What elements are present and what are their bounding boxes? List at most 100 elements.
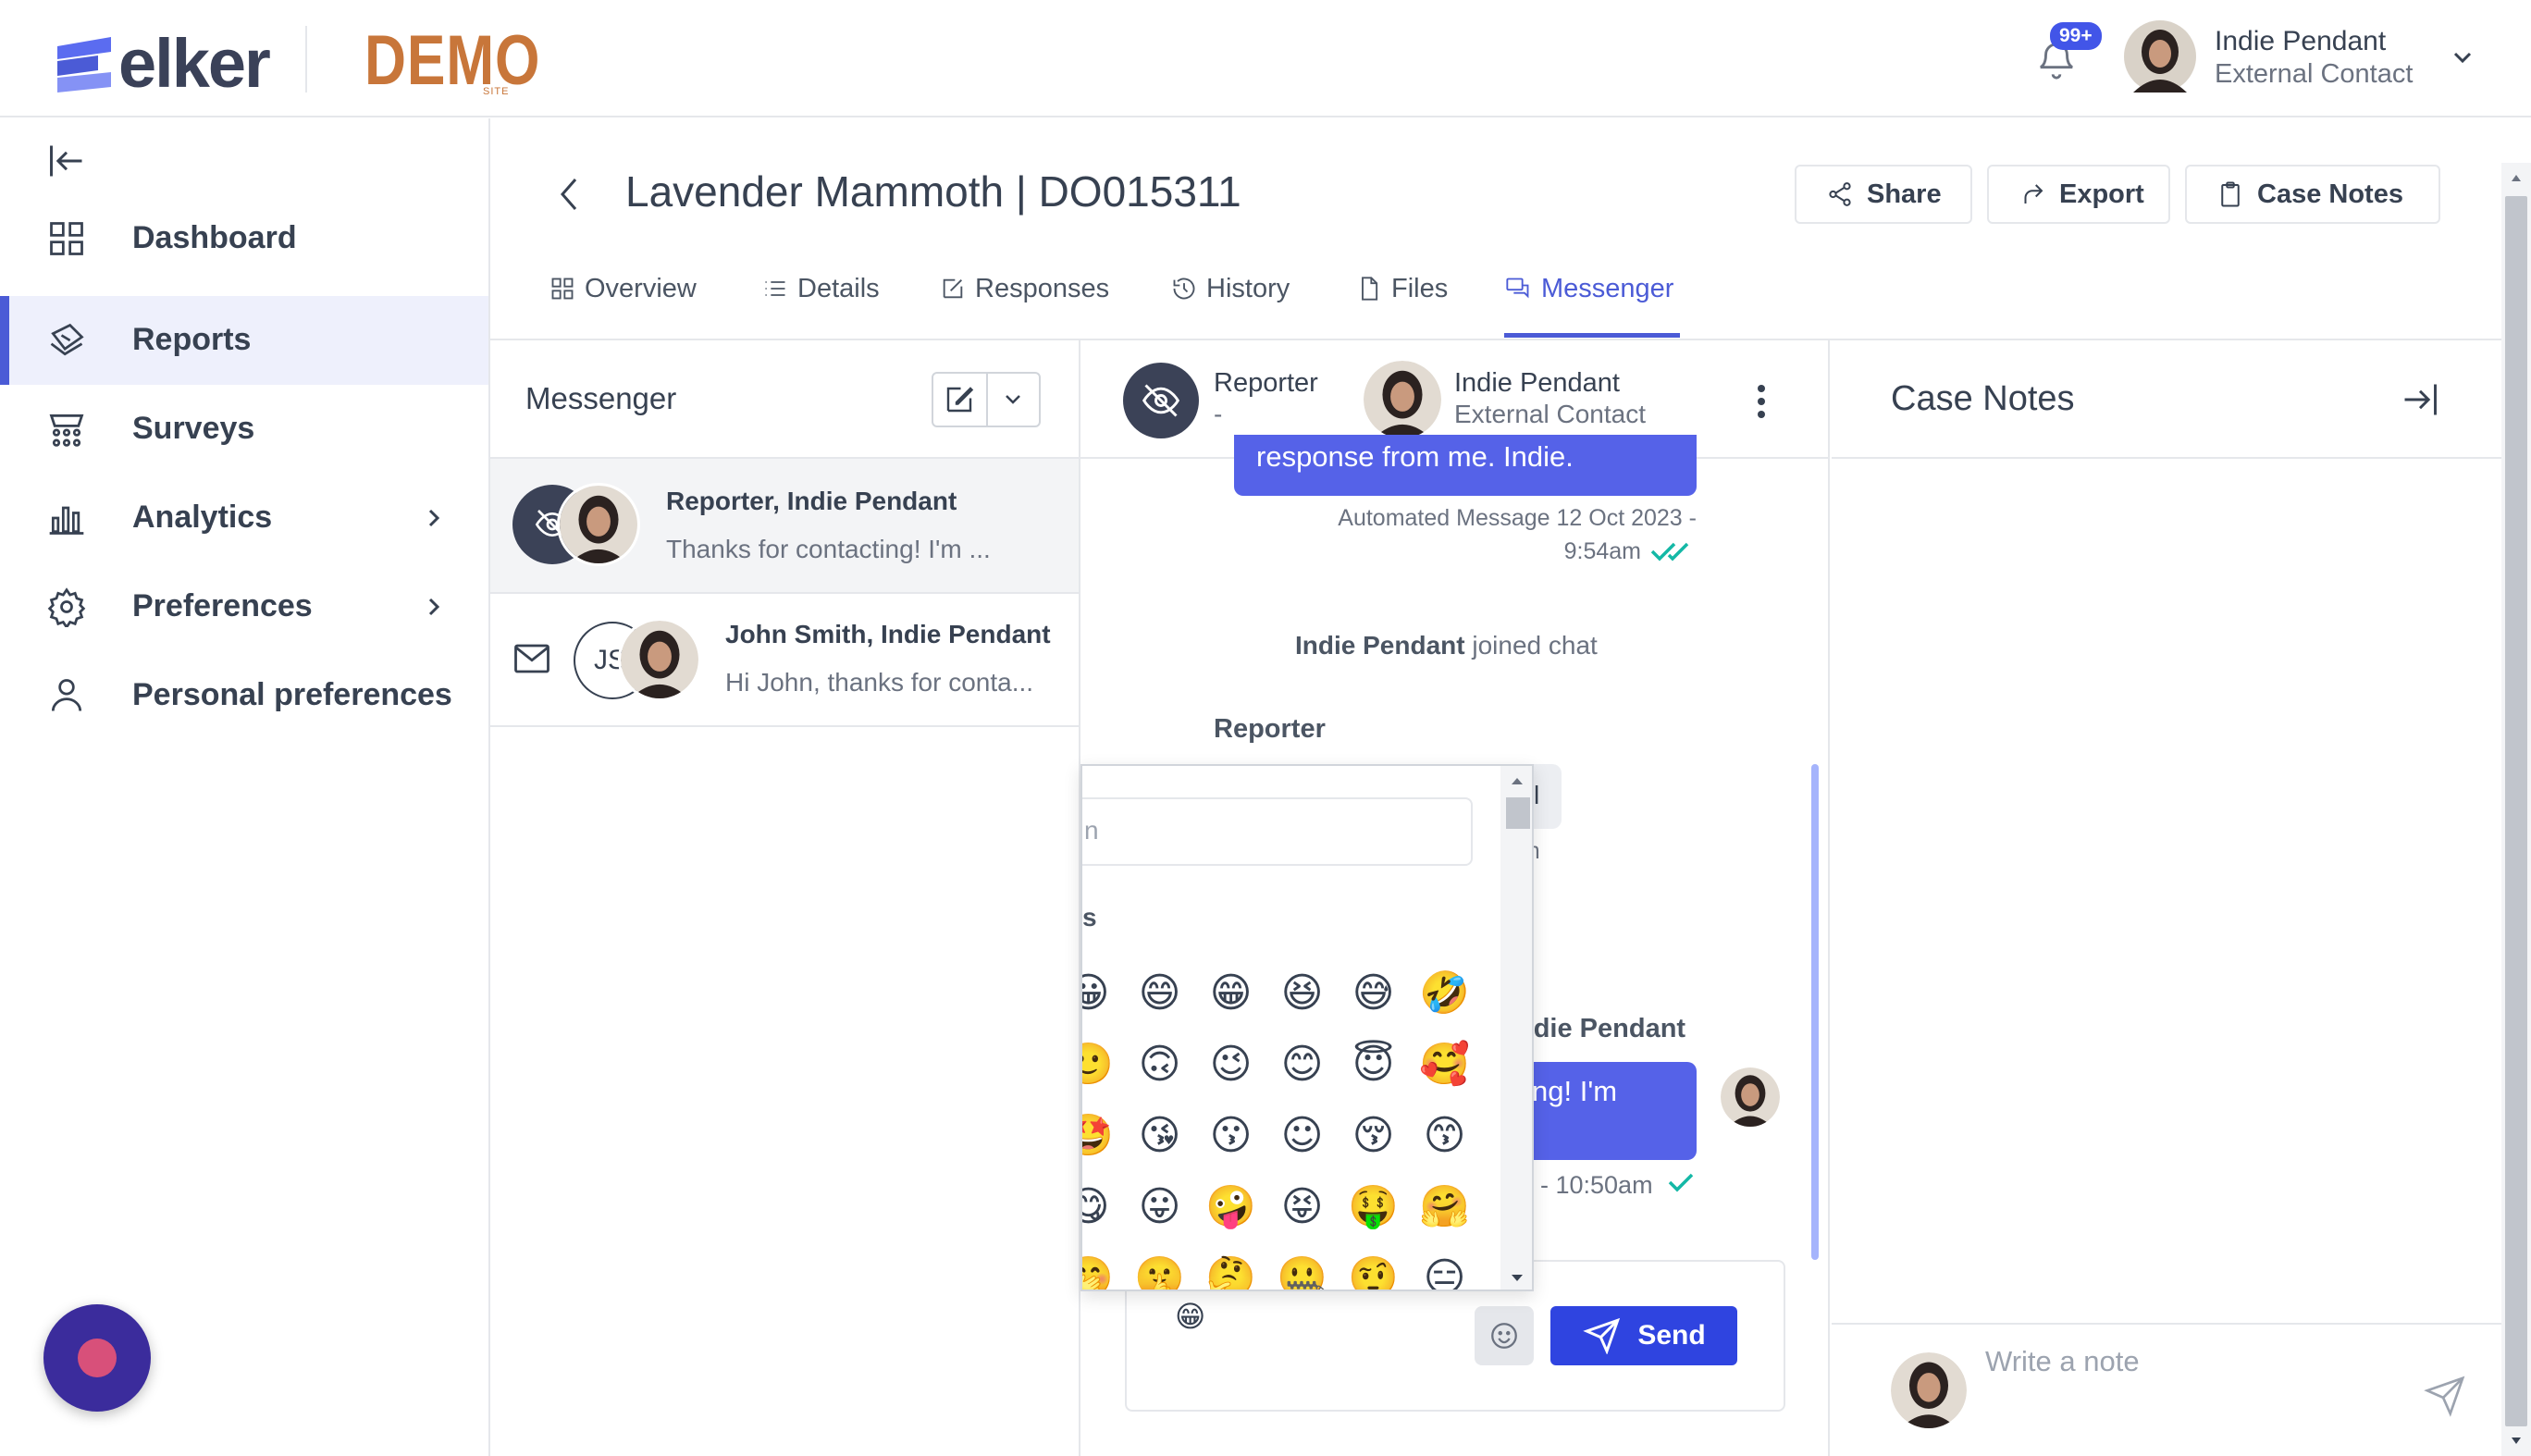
sidebar-item-analytics[interactable]: Analytics	[0, 474, 488, 562]
message-meta: ; - 10:50am	[1526, 1171, 1653, 1199]
tab-responses[interactable]: Responses	[940, 270, 1109, 307]
emoji[interactable]: 😋	[1082, 1179, 1124, 1251]
collapse-panel-icon[interactable]	[2400, 379, 2440, 420]
emoji[interactable]: 😘	[1124, 1108, 1195, 1179]
emoji[interactable]: 😆	[1266, 966, 1338, 1037]
conversation-item[interactable]: JS John Smith, Indie Pendant Hi John, th…	[490, 594, 1079, 727]
edit-icon	[943, 278, 963, 299]
emoji-picker: n s 😀 😄 😁 😆 😅 🤣 🙂 🙃 😉 😊 😇 🥰 🤩 😘 😗 ☺ 😚 😙	[1080, 764, 1534, 1291]
tab-history[interactable]: History	[1171, 270, 1290, 307]
surveys-icon	[46, 409, 87, 450]
reports-icon	[46, 320, 87, 361]
emoji[interactable]: 🤩	[1082, 1108, 1124, 1179]
tab-details[interactable]: Details	[762, 270, 880, 307]
chat-scrollbar[interactable]	[1811, 764, 1819, 1260]
emoji[interactable]: 🙃	[1124, 1037, 1195, 1108]
chevron-right-icon	[424, 505, 444, 531]
divider	[1832, 457, 2501, 459]
emoji[interactable]: 😑	[1409, 1251, 1480, 1289]
emoji[interactable]: 🤨	[1338, 1251, 1409, 1289]
compose-menu-button[interactable]	[985, 374, 1039, 426]
emoji[interactable]: 😅	[1338, 966, 1409, 1037]
send-button[interactable]: Send	[1550, 1306, 1737, 1365]
note-input[interactable]: Write a note	[1985, 1345, 2140, 1378]
send-note-icon[interactable]	[2424, 1375, 2466, 1417]
sidebar-item-preferences[interactable]: Preferences	[0, 562, 488, 651]
emoji-row: 😀 😄 😁 😆 😅 🤣	[1082, 966, 1480, 1037]
active-tab-indicator	[1504, 333, 1680, 338]
emoji[interactable]: 😀	[1082, 966, 1124, 1037]
column-divider	[1828, 340, 1830, 1456]
page-scrollbar[interactable]	[2501, 163, 2531, 1456]
mail-icon	[512, 642, 551, 680]
tab-label: Overview	[585, 273, 697, 303]
sidebar-item-dashboard[interactable]: Dashboard	[0, 194, 488, 283]
elker-logo[interactable]: elker	[56, 24, 271, 103]
emoji[interactable]: 😝	[1266, 1179, 1338, 1251]
emoji-search-input[interactable]: n	[1082, 797, 1473, 866]
share-button[interactable]: Share	[1795, 165, 1972, 224]
sidebar-item-surveys[interactable]: Surveys	[0, 385, 488, 474]
emoji[interactable]: 😛	[1124, 1179, 1195, 1251]
chevron-down-icon[interactable]	[2450, 48, 2475, 67]
message-sender: ndie Pendant	[1517, 1014, 1686, 1043]
emoji[interactable]: 🤪	[1195, 1179, 1266, 1251]
sidebar-item-label: Preferences	[132, 588, 313, 623]
emoji[interactable]: ☺	[1266, 1108, 1338, 1179]
conversation-snippet: Thanks for contacting! I'm ...	[666, 535, 991, 563]
tab-messenger[interactable]: Messenger	[1504, 270, 1673, 307]
more-options-icon[interactable]	[1754, 383, 1769, 420]
emoji[interactable]: 🤣	[1409, 966, 1480, 1037]
scroll-thumb[interactable]	[1506, 797, 1530, 829]
scroll-down-icon	[1512, 1275, 1523, 1281]
message-input[interactable]: 😁	[1175, 1299, 1205, 1334]
avatar	[1891, 1352, 1967, 1428]
emoji-scrollbar[interactable]	[1500, 766, 1532, 1289]
emoji-button[interactable]	[1475, 1306, 1534, 1365]
emoji[interactable]: 😉	[1195, 1037, 1266, 1108]
back-arrow-icon[interactable]	[555, 174, 583, 215]
export-button[interactable]: Export	[1987, 165, 2170, 224]
sidebar: Dashboard Reports Surveys Analytics Pref…	[0, 118, 490, 1456]
emoji[interactable]: 🤗	[1409, 1179, 1480, 1251]
site-label: DEMO	[364, 21, 541, 100]
emoji[interactable]: 🤔	[1195, 1251, 1266, 1289]
emoji[interactable]: 🤫	[1124, 1251, 1195, 1289]
emoji[interactable]: 😄	[1124, 966, 1195, 1037]
sidebar-item-reports[interactable]: Reports	[0, 296, 488, 385]
gear-icon	[46, 586, 87, 630]
chat-icon	[1506, 278, 1529, 299]
tab-label: Responses	[975, 273, 1110, 303]
compose-button[interactable]	[933, 374, 986, 426]
emoji[interactable]: 🥰	[1409, 1037, 1480, 1108]
case-notes-button[interactable]: Case Notes	[2185, 165, 2440, 224]
sidebar-item-personal-preferences[interactable]: Personal preferences	[0, 651, 488, 740]
user-name[interactable]: Indie Pendant	[2215, 26, 2386, 57]
system-message: Indie Pendant joined chat	[1295, 631, 1598, 660]
emoji[interactable]: 😁	[1195, 966, 1266, 1037]
emoji[interactable]: 🤐	[1266, 1251, 1338, 1289]
emoji[interactable]: 🙂	[1082, 1037, 1124, 1108]
emoji-row: 🙂 🙃 😉 😊 😇 🥰	[1082, 1037, 1480, 1108]
sidebar-item-label: Reports	[132, 322, 252, 357]
avatar[interactable]	[2124, 20, 2196, 93]
sidebar-item-label: Surveys	[132, 411, 255, 446]
collapse-sidebar-icon[interactable]	[46, 141, 87, 181]
emoji[interactable]: 🤑	[1338, 1179, 1409, 1251]
emoji[interactable]: 😇	[1338, 1037, 1409, 1108]
emoji[interactable]: 🤭	[1082, 1251, 1124, 1289]
scroll-thumb[interactable]	[2505, 196, 2527, 1426]
page-title: Lavender Mammoth | DO015311	[625, 167, 1241, 216]
tab-files[interactable]: Files	[1356, 270, 1448, 307]
tab-label: History	[1206, 273, 1290, 303]
conversation-item[interactable]: Reporter, Indie Pendant Thanks for conta…	[490, 459, 1079, 592]
tab-label: Details	[797, 273, 880, 303]
tab-overview[interactable]: Overview	[549, 270, 697, 307]
emoji[interactable]: 😚	[1338, 1108, 1409, 1179]
help-launcher-button[interactable]	[43, 1304, 151, 1412]
analytics-icon	[46, 498, 87, 538]
emoji[interactable]: 😗	[1195, 1108, 1266, 1179]
emoji[interactable]: 😊	[1266, 1037, 1338, 1108]
dashboard-icon	[46, 218, 87, 259]
emoji[interactable]: 😙	[1409, 1108, 1480, 1179]
